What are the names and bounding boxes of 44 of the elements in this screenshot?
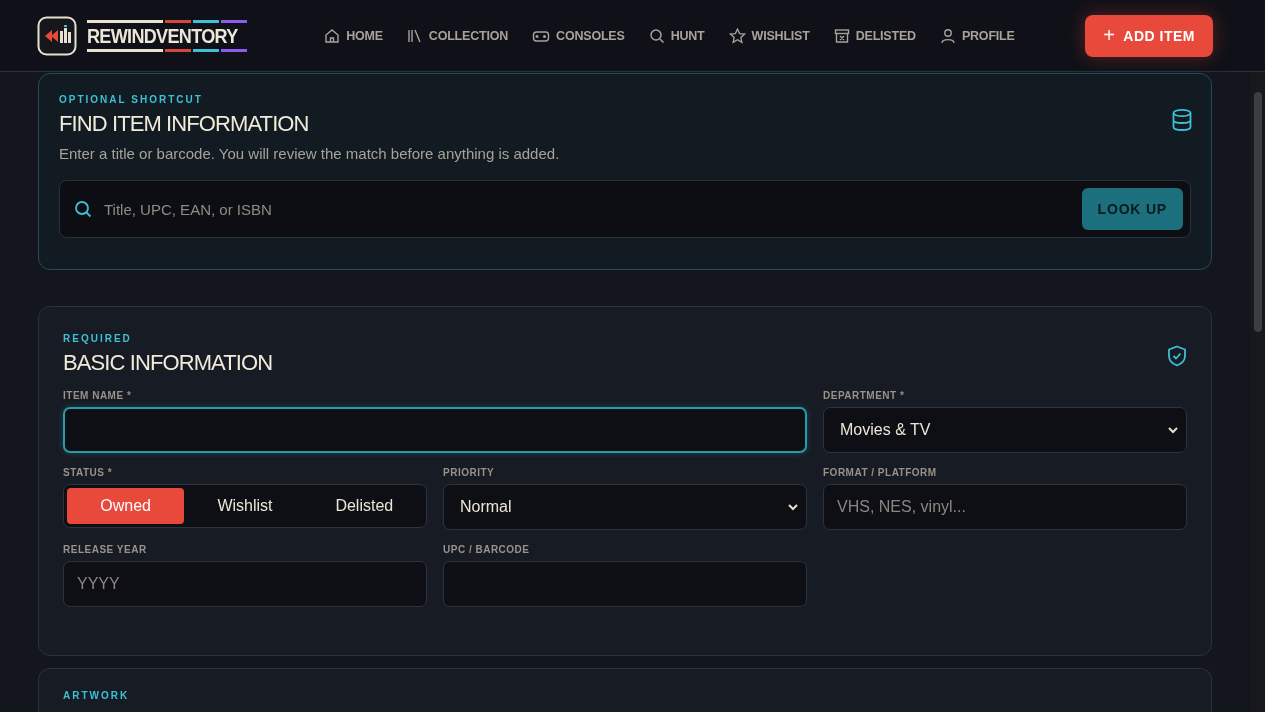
books-icon [406,27,423,44]
segmented-control[interactable]: Owned Wishlist Delisted [63,484,427,528]
section-eyebrow: REQUIRED [63,333,133,344]
search-icon [74,200,92,218]
nav-link[interactable]: COLLECTION [406,27,509,44]
nav-link[interactable]: WISHLIST [728,27,810,44]
nav-link[interactable]: HUNT [648,27,705,44]
text-input[interactable] [443,561,807,607]
field-label: UPC / BARCODE [443,544,531,555]
nav-link[interactable]: HOME [324,27,383,44]
text-input[interactable]: YYYY [63,561,427,607]
section-title: BASIC INFORMATION [63,350,273,376]
add-item-button[interactable]: + ADD ITEM [1085,14,1213,57]
status-option[interactable]: Delisted [305,488,423,524]
dropdown-select[interactable]: Normal [443,484,807,530]
section-description: Enter a title or barcode. You will review the match before anything is added. [59,145,560,162]
section-eyebrow: ARTWORK [63,690,130,701]
star-icon [728,27,746,44]
field-label: STATUS * [63,467,114,478]
field-label: ITEM NAME * [63,390,133,401]
home-icon [324,27,341,44]
shield-check-icon [1167,345,1187,367]
search-icon [648,27,665,44]
database-icon [1171,108,1193,132]
dropdown-select[interactable]: Movies & TV [823,407,1187,453]
field-label: FORMAT / PLATFORM [823,467,938,478]
archive-icon [833,27,850,44]
text-input[interactable]: VHS, NES, vinyl... [823,484,1187,530]
section-eyebrow: OPTIONAL SHORTCUT [59,94,204,105]
rewind-logo-icon[interactable] [37,15,77,56]
nav-link[interactable]: CONSOLES [532,27,625,44]
status-option[interactable]: Owned [67,488,185,524]
status-option[interactable]: Wishlist [186,488,304,524]
nav-link[interactable]: PROFILE [939,27,1015,44]
section-title: FIND ITEM INFORMATION [59,111,310,137]
field-label: DEPARTMENT * [823,390,906,401]
field-label: RELEASE YEAR [63,544,148,555]
logo-text[interactable]: REWINDVENTORY [87,24,238,47]
field-label: PRIORITY [443,467,496,478]
nav-link[interactable]: DELISTED [833,27,916,44]
chevron-down-icon [1168,426,1178,434]
chevron-down-icon [788,503,798,511]
user-icon [939,27,956,44]
text-input[interactable] [63,407,807,453]
